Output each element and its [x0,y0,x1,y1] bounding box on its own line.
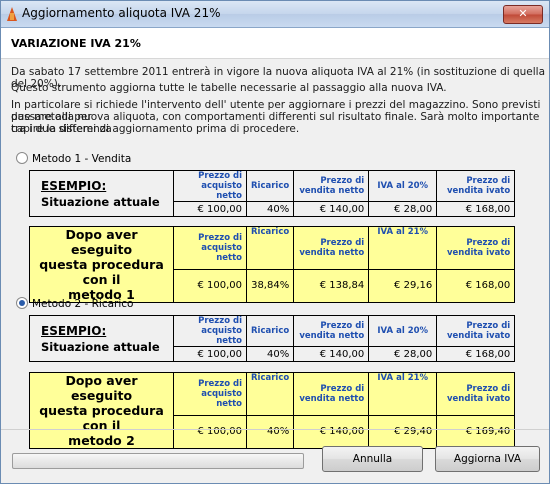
esempio-cell: ESEMPIO: Situazione attuale [29,315,174,362]
value-cell: 40% [245,414,295,450]
header-acquisto: Prezzo di [198,378,242,389]
value-cell: € 168,00 [436,268,516,304]
dopo-line-2: questa procedura con il [39,257,164,287]
value-cell: 40% [245,201,295,217]
value-cell: € 140,00 [293,414,370,450]
method-2-radio[interactable]: Metodo 2 - Ricarico [16,297,133,310]
header-iva-20: IVA al 20% [368,315,438,347]
header-vendita: Prezzo di [320,237,365,248]
progress-bar [12,453,304,469]
value-cell: € 140,00 [293,201,370,217]
header-ricarico: Ricarico [245,226,295,270]
value-cell: € 168,00 [436,346,516,362]
footer-separator [1,429,549,430]
value-cell: € 138,84 [293,268,370,304]
dialog-window: Aggiornamento aliquota IVA 21% ✕ VARIAZI… [0,0,550,484]
method-2-after-table: Dopo aver eseguito questa procedura con … [29,372,516,450]
esempio-title: ESEMPIO: [41,323,107,338]
close-button[interactable]: ✕ [503,5,543,24]
method-1-after-table: Dopo aver eseguito questa procedura con … [29,226,516,304]
value-cell: € 100,00 [173,346,247,362]
header-ricarico: Ricarico [245,315,295,347]
value-cell: € 28,00 [368,201,438,217]
method-1-radio[interactable]: Metodo 1 - Vendita [16,152,131,165]
header-ricarico: Ricarico [245,372,295,416]
header-iva-20: IVA al 20% [368,170,438,202]
window-title: Aggiornamento aliquota IVA 21% [22,6,221,20]
esempio-subtitle: Situazione attuale [41,339,160,354]
intro-line-5: tra i due sistemi di aggiornamento prima… [11,123,300,135]
update-vat-button[interactable]: Aggiorna IVA [435,446,540,472]
header-ivato: Prezzo di [466,321,511,331]
esempio-title: ESEMPIO: [41,178,107,193]
header-acquisto: Prezzo di [198,171,242,181]
esempio-subtitle: Situazione attuale [41,194,160,209]
value-cell: € 29,16 [368,268,438,304]
dopo-cell: Dopo aver eseguito questa procedura con … [29,226,174,303]
dopo-method: metodo 2 [68,433,135,448]
method-2-label: Metodo 2 - Ricarico [32,298,134,310]
dopo-line-1: Dopo aver eseguito [65,373,138,403]
page-title: VARIAZIONE IVA 21% [11,37,141,50]
header-ricarico: Ricarico [245,170,295,202]
method-2-current-table: ESEMPIO: Situazione attuale Prezzo di acq… [29,315,516,362]
value-cell: € 168,00 [436,201,516,217]
value-cell: € 169,40 [436,414,516,450]
header-acquisto: Prezzo di [198,232,242,243]
header-panel: VARIAZIONE IVA 21% [1,28,549,59]
value-cell: 40% [245,346,295,362]
value-cell: 38,84% [245,268,295,304]
cancel-button[interactable]: Annulla [322,446,423,472]
value-cell: € 28,00 [368,346,438,362]
header-ivato: Prezzo di [466,176,511,186]
radio-icon [16,152,28,164]
header-ivato: Prezzo di [466,383,511,394]
method-1-current-table: ESEMPIO: Situazione attuale Prezzo di acq… [29,170,516,217]
header-ivato: Prezzo di [466,237,511,248]
header-vendita: Prezzo di [320,176,365,186]
value-cell: € 29,40 [368,414,438,450]
header-iva-21: IVA al 21% [368,372,438,416]
header-iva-21: IVA al 21% [368,226,438,270]
app-icon [7,7,17,21]
value-cell: € 100,00 [173,268,247,304]
dopo-cell: Dopo aver eseguito questa procedura con … [29,372,174,449]
header-vendita: Prezzo di [320,321,365,331]
value-cell: € 140,00 [293,346,370,362]
header-vendita: Prezzo di [320,383,365,394]
esempio-cell: ESEMPIO: Situazione attuale [29,170,174,217]
value-cell: € 100,00 [173,201,247,217]
title-bar: Aggiornamento aliquota IVA 21% ✕ [1,1,549,28]
dopo-line-1: Dopo aver eseguito [65,227,138,257]
method-1-label: Metodo 1 - Vendita [32,153,132,165]
intro-line-2: Questo strumento aggiorna tutte le tabel… [11,82,447,94]
header-acquisto: Prezzo di [198,316,242,326]
radio-selected-icon [16,297,28,309]
value-cell: € 100,00 [173,414,247,450]
